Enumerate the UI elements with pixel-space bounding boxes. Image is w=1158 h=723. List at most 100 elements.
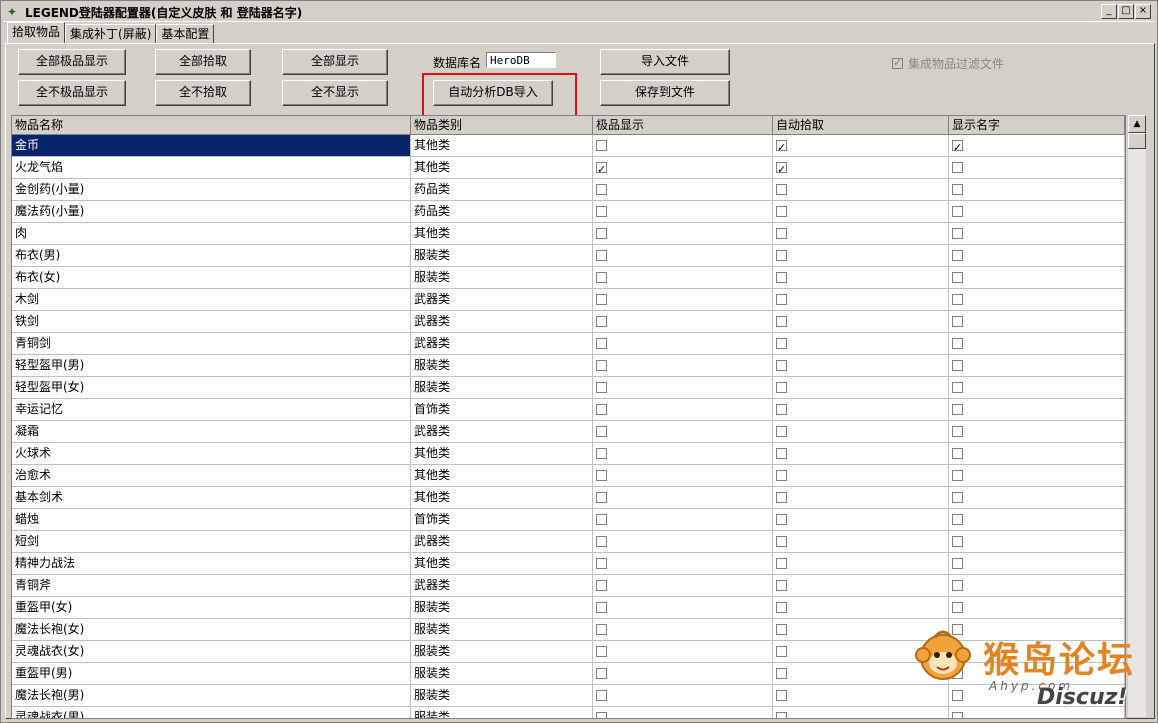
best-show-checkbox[interactable] <box>596 382 607 393</box>
auto-pickup-checkbox[interactable] <box>776 360 787 371</box>
table-row[interactable]: 木剑 武器类 <box>12 289 1125 311</box>
table-row[interactable]: 青铜斧 武器类 <box>12 575 1125 597</box>
best-show-checkbox[interactable] <box>596 250 607 261</box>
item-category-cell[interactable]: 服装类 <box>411 355 593 376</box>
column-header-auto-pickup[interactable]: 自动拾取 <box>773 116 949 134</box>
auto-pickup-checkbox[interactable] <box>776 580 787 591</box>
table-row[interactable]: 布衣(男) 服装类 <box>12 245 1125 267</box>
item-category-cell[interactable]: 服装类 <box>411 377 593 398</box>
item-name-cell[interactable]: 轻型盔甲(女) <box>12 377 411 398</box>
best-show-checkbox[interactable] <box>596 228 607 239</box>
best-show-checkbox[interactable] <box>596 184 607 195</box>
table-row[interactable]: 轻型盔甲(男) 服装类 <box>12 355 1125 377</box>
best-show-checkbox[interactable] <box>596 536 607 547</box>
none-pickup-button[interactable]: 全不拾取 <box>155 80 251 106</box>
table-row[interactable]: 治愈术 其他类 <box>12 465 1125 487</box>
item-category-cell[interactable]: 武器类 <box>411 531 593 552</box>
item-name-cell[interactable]: 短剑 <box>12 531 411 552</box>
tab-integrated-patch[interactable]: 集成补丁(屏蔽) <box>65 24 157 44</box>
auto-pickup-checkbox[interactable] <box>776 712 787 718</box>
scroll-up-icon[interactable]: ▲ <box>1128 115 1146 133</box>
tab-pickup-items[interactable]: 拾取物品 <box>7 22 66 43</box>
best-show-checkbox[interactable] <box>596 404 607 415</box>
table-row[interactable]: 布衣(女) 服装类 <box>12 267 1125 289</box>
item-category-cell[interactable]: 武器类 <box>411 289 593 310</box>
scroll-thumb[interactable] <box>1128 133 1146 149</box>
item-category-cell[interactable]: 药品类 <box>411 201 593 222</box>
table-row[interactable]: 火球术 其他类 <box>12 443 1125 465</box>
show-name-checkbox[interactable] <box>952 338 963 349</box>
column-header-show-name[interactable]: 显示名字 <box>949 116 1125 134</box>
best-show-checkbox[interactable] <box>596 470 607 481</box>
auto-pickup-checkbox[interactable] <box>776 668 787 679</box>
none-show-button[interactable]: 全不显示 <box>282 80 388 106</box>
table-row[interactable]: 重盔甲(女) 服装类 <box>12 597 1125 619</box>
item-name-cell[interactable]: 魔法药(小量) <box>12 201 411 222</box>
show-name-checkbox[interactable] <box>952 138 963 156</box>
item-category-cell[interactable]: 服装类 <box>411 597 593 618</box>
auto-pickup-checkbox[interactable] <box>776 426 787 437</box>
best-show-checkbox[interactable] <box>596 668 607 679</box>
item-category-cell[interactable]: 武器类 <box>411 333 593 354</box>
table-row[interactable]: 铁剑 武器类 <box>12 311 1125 333</box>
auto-pickup-checkbox[interactable] <box>776 184 787 195</box>
db-name-input[interactable]: HeroDB <box>486 52 556 68</box>
item-name-cell[interactable]: 布衣(男) <box>12 245 411 266</box>
item-category-cell[interactable]: 其他类 <box>411 553 593 574</box>
table-row[interactable]: 凝霜 武器类 <box>12 421 1125 443</box>
item-name-cell[interactable]: 木剑 <box>12 289 411 310</box>
show-name-checkbox[interactable] <box>952 184 963 195</box>
auto-pickup-checkbox[interactable] <box>776 338 787 349</box>
table-row[interactable]: 精神力战法 其他类 <box>12 553 1125 575</box>
item-category-cell[interactable]: 其他类 <box>411 487 593 508</box>
show-name-checkbox[interactable] <box>952 426 963 437</box>
auto-pickup-checkbox[interactable] <box>776 492 787 503</box>
best-show-checkbox[interactable] <box>596 360 607 371</box>
show-name-checkbox[interactable] <box>952 448 963 459</box>
table-row[interactable]: 肉其他类 <box>12 223 1125 245</box>
auto-pickup-checkbox[interactable] <box>776 514 787 525</box>
table-row[interactable]: 火龙气焰 其他类 <box>12 157 1125 179</box>
table-row[interactable]: 基本剑术 其他类 <box>12 487 1125 509</box>
all-pickup-button[interactable]: 全部拾取 <box>155 49 251 75</box>
auto-pickup-checkbox[interactable] <box>776 272 787 283</box>
auto-pickup-checkbox[interactable] <box>776 602 787 613</box>
show-name-checkbox[interactable] <box>952 250 963 261</box>
show-name-checkbox[interactable] <box>952 580 963 591</box>
item-name-cell[interactable]: 凝霜 <box>12 421 411 442</box>
show-name-checkbox[interactable] <box>952 360 963 371</box>
best-show-checkbox[interactable] <box>596 140 607 151</box>
best-show-checkbox[interactable] <box>596 426 607 437</box>
table-row[interactable]: 魔法药(小量) 药品类 <box>12 201 1125 223</box>
best-show-checkbox[interactable] <box>596 646 607 657</box>
item-category-cell[interactable]: 首饰类 <box>411 399 593 420</box>
item-name-cell[interactable]: 铁剑 <box>12 311 411 332</box>
item-category-cell[interactable]: 其他类 <box>411 135 593 156</box>
maximize-button[interactable]: □ <box>1118 4 1134 19</box>
item-name-cell[interactable]: 幸运记忆 <box>12 399 411 420</box>
item-category-cell[interactable]: 服装类 <box>411 267 593 288</box>
item-name-cell[interactable]: 基本剑术 <box>12 487 411 508</box>
item-category-cell[interactable]: 武器类 <box>411 311 593 332</box>
show-name-checkbox[interactable] <box>952 404 963 415</box>
item-category-cell[interactable]: 服装类 <box>411 619 593 640</box>
filter-file-checkbox[interactable] <box>892 56 903 69</box>
item-name-cell[interactable]: 重盔甲(男) <box>12 663 411 684</box>
auto-pickup-checkbox[interactable] <box>776 228 787 239</box>
item-name-cell[interactable]: 青铜剑 <box>12 333 411 354</box>
item-category-cell[interactable]: 其他类 <box>411 443 593 464</box>
item-category-cell[interactable]: 武器类 <box>411 575 593 596</box>
item-category-cell[interactable]: 服装类 <box>411 245 593 266</box>
show-name-checkbox[interactable] <box>952 272 963 283</box>
auto-pickup-checkbox[interactable] <box>776 160 787 178</box>
item-category-cell[interactable]: 其他类 <box>411 465 593 486</box>
show-name-checkbox[interactable] <box>952 316 963 327</box>
best-show-checkbox[interactable] <box>596 602 607 613</box>
item-name-cell[interactable]: 灵魂战衣(男) <box>12 707 411 718</box>
item-name-cell[interactable]: 轻型盔甲(男) <box>12 355 411 376</box>
item-name-cell[interactable]: 肉 <box>12 223 411 244</box>
auto-pickup-checkbox[interactable] <box>776 138 787 156</box>
item-category-cell[interactable]: 服装类 <box>411 707 593 718</box>
auto-pickup-checkbox[interactable] <box>776 448 787 459</box>
column-header-category[interactable]: 物品类别 <box>411 116 593 134</box>
